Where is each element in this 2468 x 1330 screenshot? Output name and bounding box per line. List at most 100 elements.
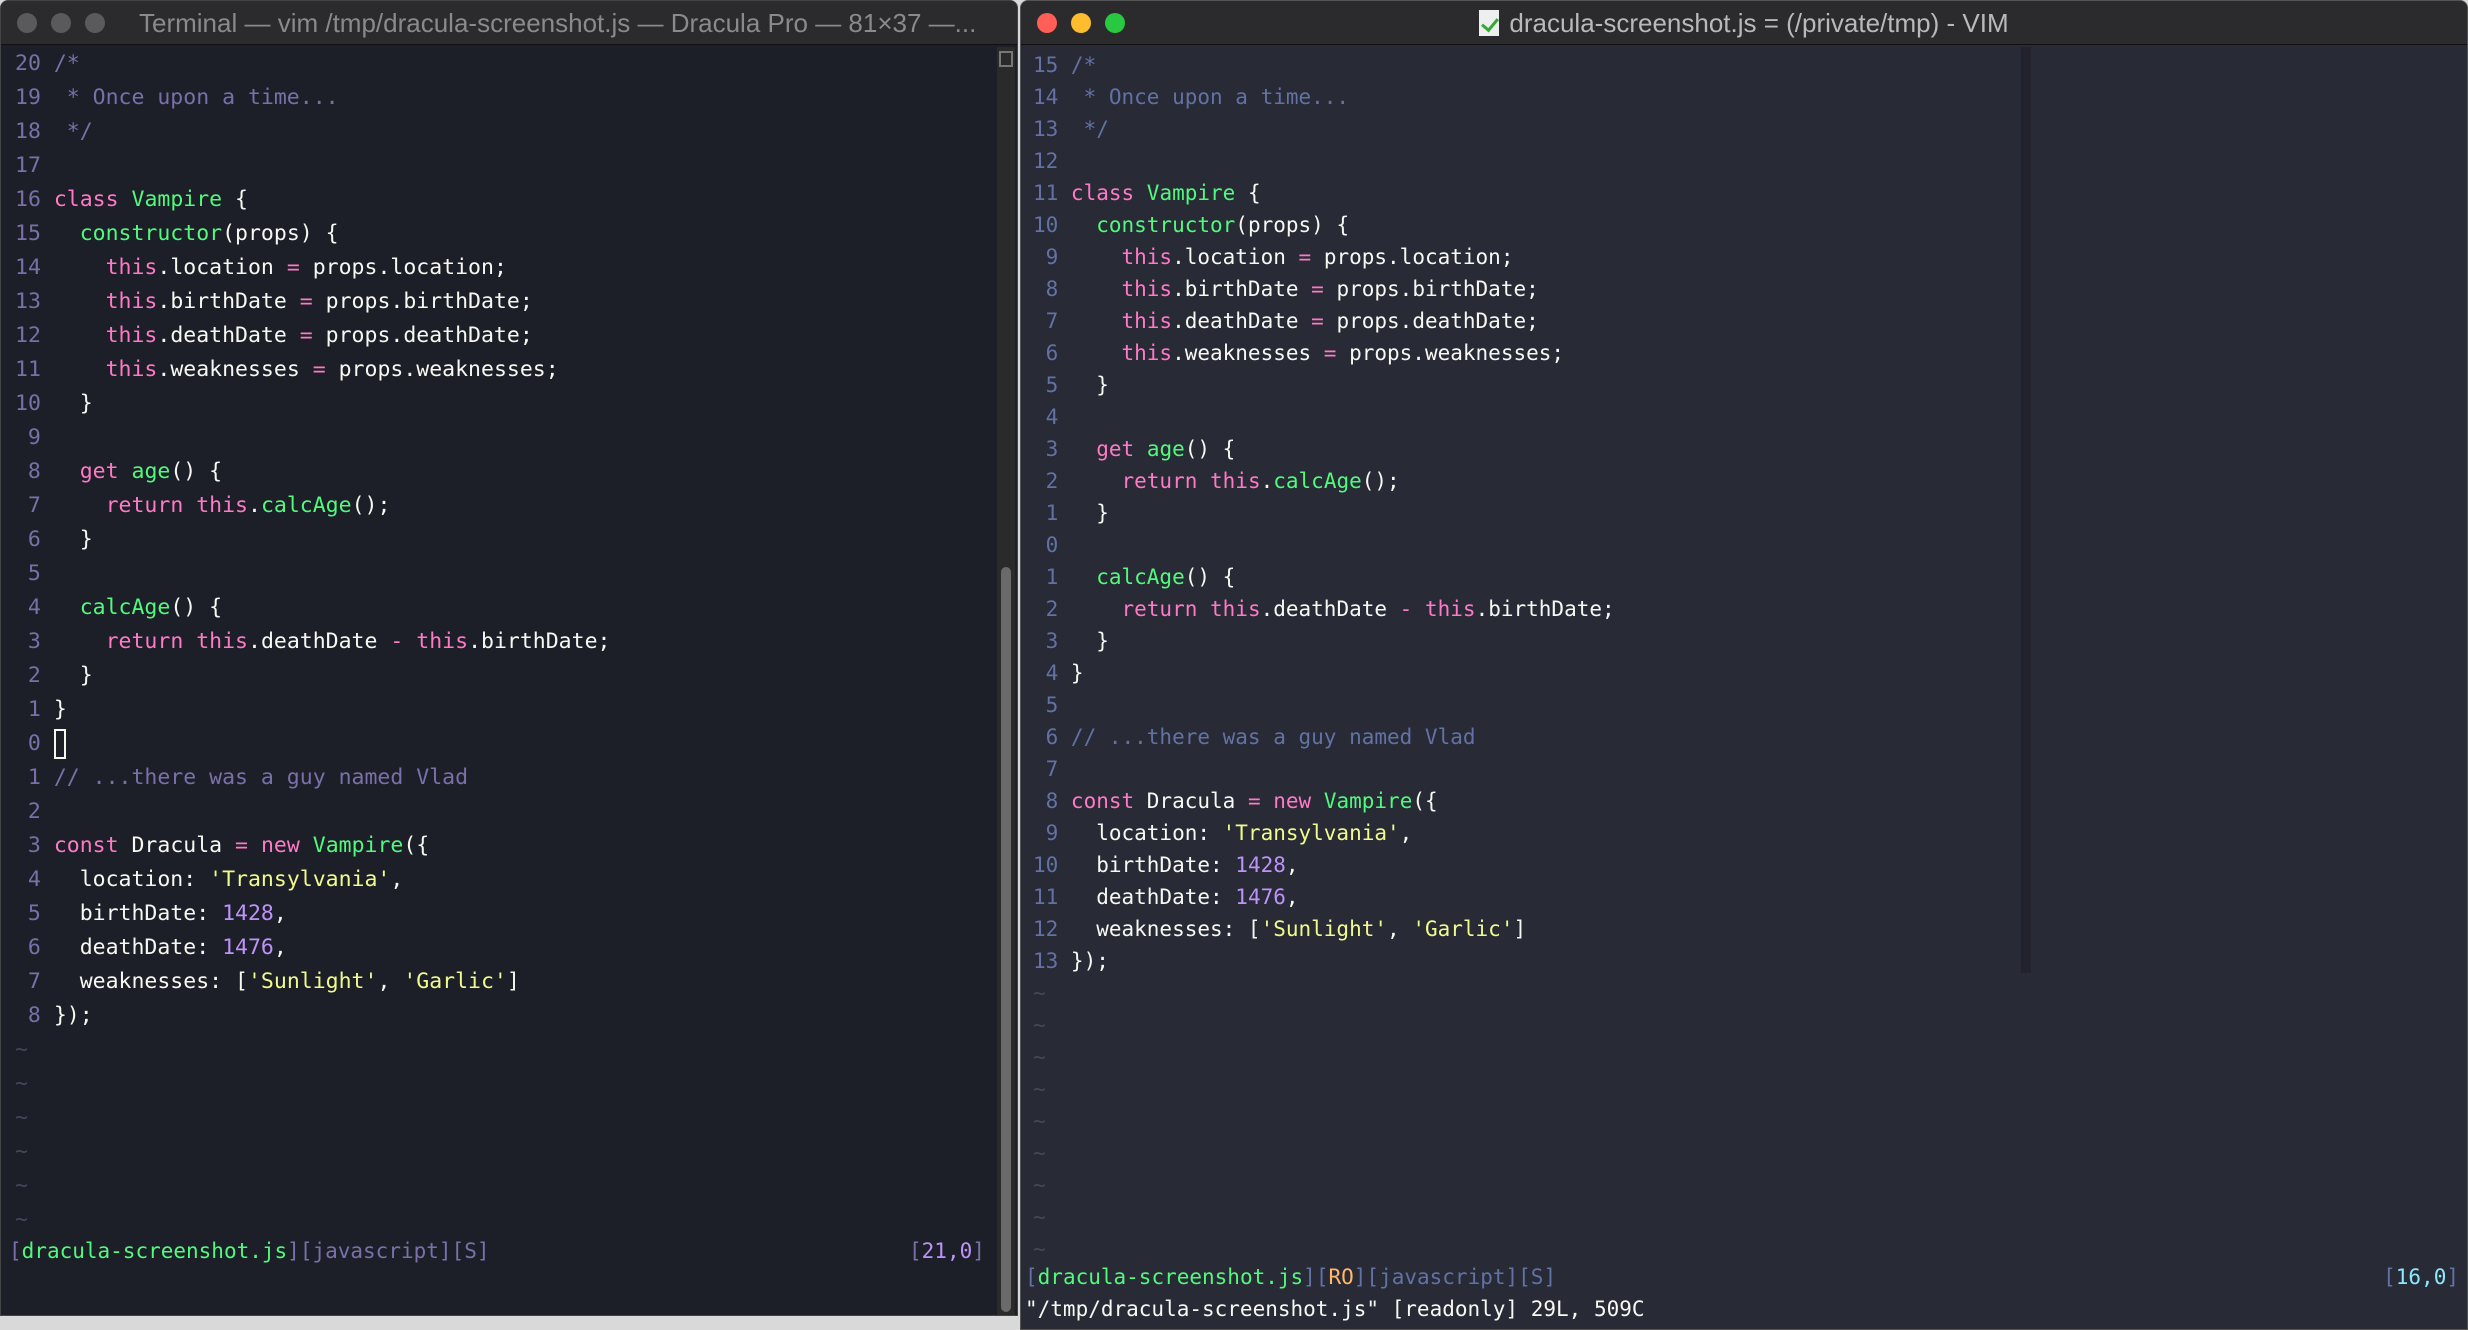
line-number: 8 — [27, 459, 41, 484]
editor-buffer[interactable]: 15/* 14 * Once upon a time... 13 */12 11 cla… — [1033, 49, 1615, 1265]
code-token: calcAge — [1096, 565, 1185, 589]
code-line: 0 — [15, 727, 610, 761]
code-token: (); — [1361, 469, 1400, 493]
line-number: 4 — [27, 595, 41, 620]
code-token: this — [1121, 277, 1173, 301]
line-number: 10 — [1033, 213, 1059, 237]
line-number: 15 — [1033, 53, 1059, 77]
line-number: 4 — [27, 867, 41, 892]
code-token: * Once upon a time... — [1070, 85, 1350, 109]
line-number: 2 — [27, 663, 41, 688]
code-token: calcAge — [260, 493, 352, 518]
code-line: 9 — [15, 421, 610, 455]
code-token: Vampire — [312, 833, 404, 858]
code-line: 4 — [1033, 401, 1615, 433]
code-token: this — [1424, 597, 1476, 621]
vim-window: dracula-screenshot.js = (/private/tmp) -… — [1020, 0, 2468, 1330]
line-number: 10 — [15, 391, 41, 416]
minimize-button[interactable] — [51, 13, 71, 33]
code-line: 8}); — [15, 999, 610, 1033]
line-number: 10 — [1033, 853, 1059, 877]
code-token: new — [1273, 789, 1312, 813]
code-line: 11 class Vampire { — [1033, 177, 1615, 209]
code-token: }); — [53, 1003, 93, 1028]
code-line: 3 return this.deathDate - this.birthDate… — [15, 625, 611, 659]
code-token: /* — [1070, 53, 1097, 77]
code-line: 16 class Vampire { — [15, 183, 610, 217]
line-number: 3 — [27, 629, 41, 654]
code-token: 1476 — [1235, 885, 1286, 909]
code-token: */ — [1070, 117, 1109, 141]
code-token: this — [416, 629, 469, 654]
code-line: 7 this.deathDate = props.deathDate; — [1033, 305, 1615, 337]
code-token: const — [1070, 789, 1135, 813]
line-number: 7 — [1045, 309, 1059, 333]
line-number: 9 — [1045, 245, 1059, 269]
js-file-icon — [1479, 10, 1500, 36]
code-token: Dracula — [118, 833, 236, 858]
line-number: 1 — [27, 765, 41, 790]
code-token: deathDate: — [1070, 885, 1236, 909]
empty-line-marker: ~ — [1033, 1045, 1046, 1069]
line-number: 6 — [27, 527, 41, 552]
code-token: props.birthDate; — [1323, 277, 1539, 301]
code-line: 19 * Once upon a time... — [15, 81, 610, 115]
line-number: 5 — [27, 561, 41, 586]
code-token: get — [1096, 437, 1135, 461]
status-readonly: RO — [1328, 1265, 1354, 1289]
line-number: 19 — [15, 85, 41, 110]
code-token: this — [105, 323, 158, 348]
code-token: .location — [157, 255, 287, 280]
code-token: } — [53, 391, 93, 416]
code-line: 2 — [15, 795, 610, 829]
code-token: class — [53, 187, 119, 212]
code-token: (); — [351, 493, 391, 518]
line-number: 3 — [1045, 437, 1059, 461]
title-bar: dracula-screenshot.js = (/private/tmp) -… — [1021, 1, 2467, 45]
code-token: ({ — [1412, 789, 1438, 813]
empty-line-marker: ~ — [15, 1071, 28, 1096]
code-token: , — [390, 867, 404, 892]
status-filetype: javascript — [1379, 1265, 1506, 1289]
line-number: 12 — [15, 323, 41, 348]
line-number: 13 — [1033, 117, 1059, 141]
scrollbar[interactable] — [997, 47, 1015, 1315]
window-title: dracula-screenshot.js = (/private/tmp) -… — [1509, 8, 2009, 38]
code-line: 1 // ...there was a guy named Vlad — [15, 761, 610, 795]
code-token: , — [1387, 917, 1413, 941]
code-token: - — [1399, 597, 1413, 621]
close-button[interactable] — [17, 13, 37, 33]
code-line: 2 return this.calcAge(); — [1033, 465, 1615, 497]
code-line: 15 constructor(props) { — [15, 217, 610, 251]
code-token: , — [1285, 885, 1299, 909]
title-bar: Terminal — vim /tmp/dracula-screenshot.j… — [1, 1, 1017, 45]
code-token: Vampire — [1323, 789, 1413, 813]
code-token: constructor — [79, 221, 223, 246]
code-token: new — [260, 833, 300, 858]
code-token: } — [1070, 373, 1109, 397]
code-token: constructor — [1096, 213, 1236, 237]
scrollbar-thumb[interactable] — [1001, 567, 1011, 1312]
code-token: , — [273, 901, 287, 926]
editor-buffer[interactable]: 20/* 19 * Once upon a time... 18 */17 16 cla… — [15, 47, 610, 1237]
code-token: /* — [53, 51, 80, 76]
zoom-button[interactable] — [85, 13, 105, 33]
status-filename: dracula-screenshot.js — [1037, 1265, 1304, 1289]
code-token: return — [1121, 469, 1198, 493]
status-line: [dracula-screenshot.js][RO][javascript][… — [1025, 1265, 1557, 1289]
code-token: = — [1311, 277, 1324, 301]
line-number: 13 — [1033, 949, 1059, 973]
empty-line-marker: ~ — [1033, 1205, 1046, 1229]
code-token: weaknesses: [ — [1070, 917, 1261, 941]
split-icon[interactable] — [999, 51, 1013, 67]
code-line: 5 — [15, 557, 610, 591]
